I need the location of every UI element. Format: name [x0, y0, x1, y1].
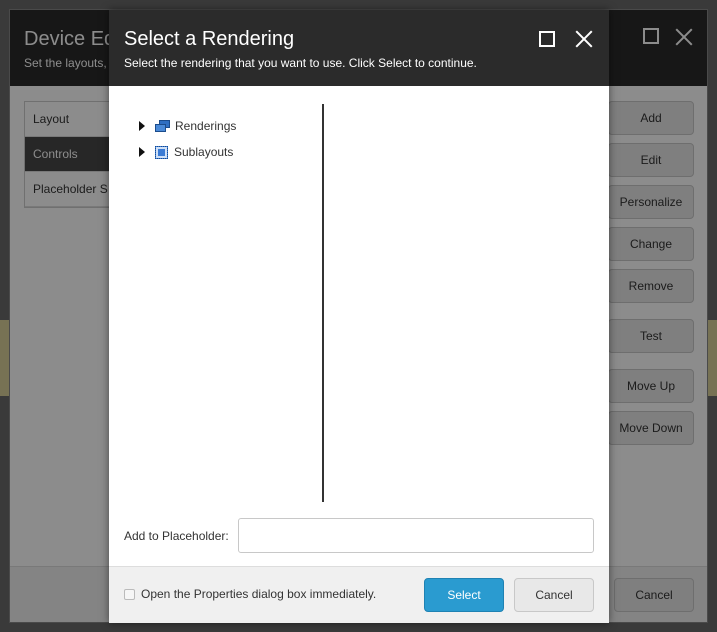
- select-rendering-dialog: Select a Rendering Select the rendering …: [109, 10, 609, 623]
- tree-node-sublayouts[interactable]: Sublayouts: [139, 142, 233, 162]
- dialog-subtitle: Select the rendering that you want to us…: [124, 56, 477, 70]
- dialog-header: Select a Rendering Select the rendering …: [109, 10, 609, 86]
- sublayouts-icon: [155, 145, 168, 159]
- dialog-title: Select a Rendering: [124, 28, 295, 50]
- open-properties-checkbox[interactable]: [124, 589, 135, 600]
- placeholder-input[interactable]: [238, 518, 594, 553]
- renderings-icon: [155, 120, 170, 132]
- open-properties-label[interactable]: Open the Properties dialog box immediate…: [141, 587, 376, 601]
- close-icon[interactable]: [575, 30, 593, 48]
- expand-arrow-icon[interactable]: [139, 147, 145, 157]
- placeholder-label: Add to Placeholder:: [124, 529, 229, 543]
- tree-node-renderings[interactable]: Renderings: [139, 116, 236, 136]
- cancel-button[interactable]: Cancel: [514, 578, 594, 612]
- expand-arrow-icon[interactable]: [139, 121, 145, 131]
- dialog-window-controls: [539, 30, 593, 48]
- tree-node-label[interactable]: Renderings: [175, 119, 236, 133]
- select-button[interactable]: Select: [424, 578, 504, 612]
- maximize-icon[interactable]: [539, 31, 555, 47]
- tree-node-label[interactable]: Sublayouts: [174, 145, 233, 159]
- pane-splitter[interactable]: [322, 104, 324, 502]
